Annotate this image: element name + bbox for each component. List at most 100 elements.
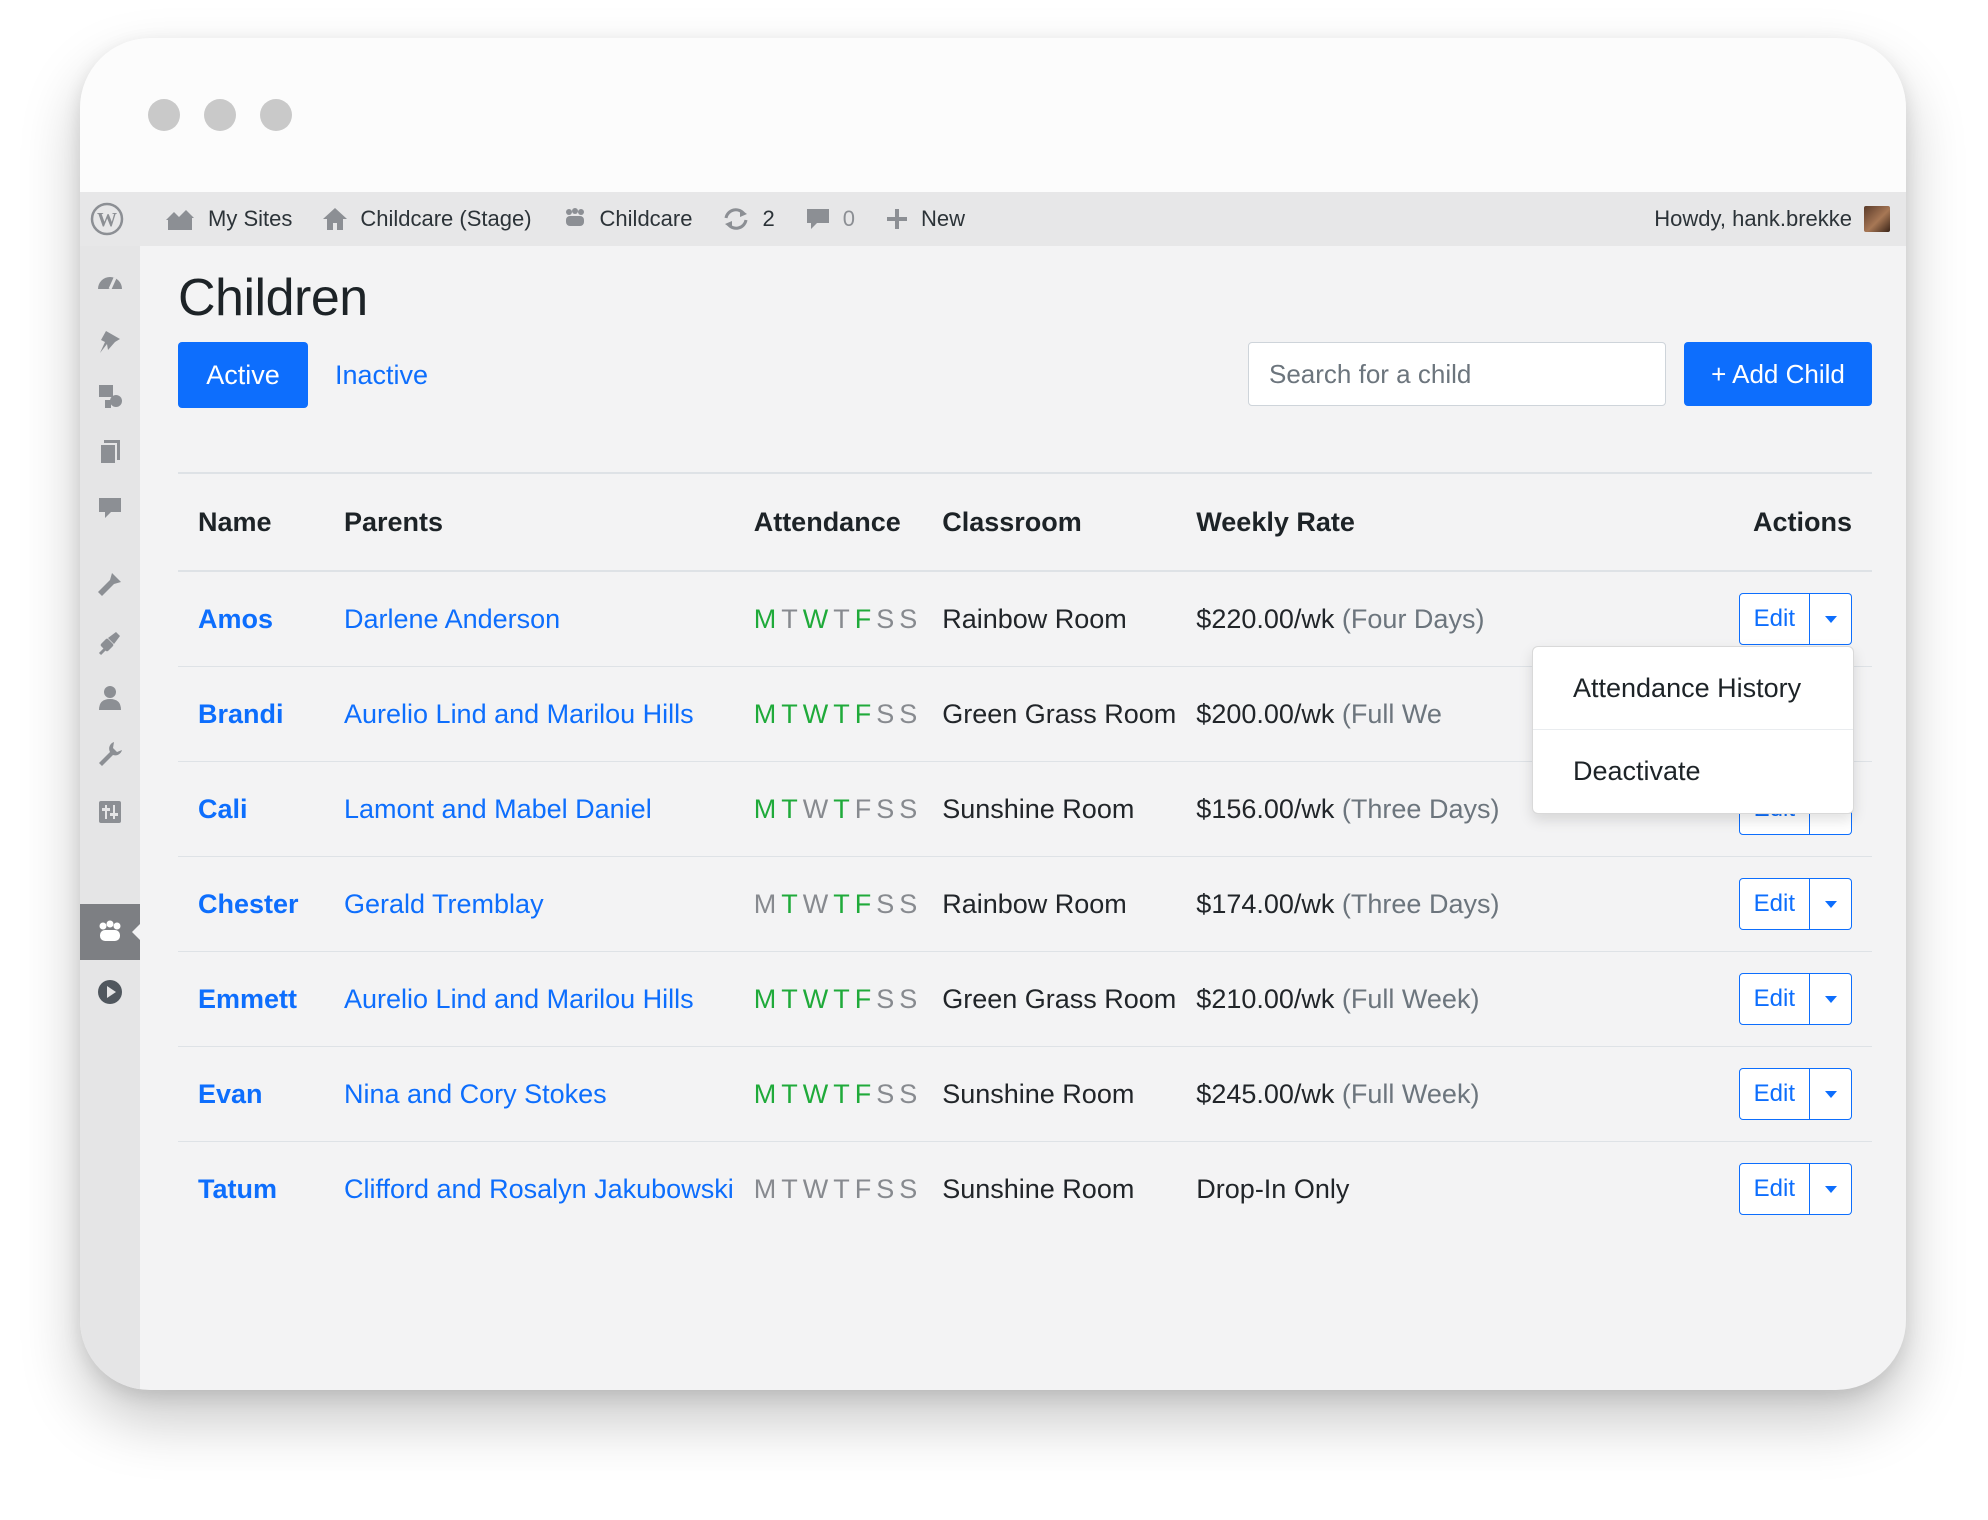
table-row: Chester Gerald Tremblay M T W T F S S Rainbow Roo…	[178, 856, 1872, 952]
wordpress-logo-icon[interactable]: W	[90, 202, 136, 236]
classroom-cell: Rainbow Room	[922, 571, 1177, 667]
column-header-actions: Actions	[1552, 473, 1872, 572]
new-content-menu[interactable]: New	[885, 206, 965, 232]
attendance-day: T	[833, 698, 850, 729]
edit-button-group: Edit	[1738, 1163, 1852, 1215]
actions-dropdown-toggle[interactable]	[1810, 1163, 1852, 1215]
tools-wrench-icon[interactable]	[94, 738, 126, 770]
parents-link[interactable]: Clifford and Rosalyn Jakubowski	[344, 1174, 734, 1204]
pages-icon[interactable]	[94, 436, 126, 468]
attendance-day: T	[781, 1173, 798, 1204]
attendance-days: MTWTFSS	[733, 666, 923, 762]
attendance-day: M	[753, 1078, 777, 1109]
edit-button[interactable]: Edit	[1738, 973, 1810, 1025]
actions-dropdown-toggle[interactable]	[1810, 593, 1852, 645]
column-header-classroom: Classroom	[922, 473, 1177, 572]
updates-menu[interactable]: 2	[722, 206, 775, 232]
actions-cell: Edit	[1552, 1046, 1872, 1142]
appearance-brush-icon[interactable]	[94, 568, 126, 600]
dashboard-icon[interactable]	[94, 266, 126, 298]
attendance-days: MTWTFSS	[733, 951, 923, 1047]
child-name-link[interactable]: Brandi	[198, 699, 284, 729]
attendance-day: M	[753, 888, 777, 919]
attendance-day: S	[876, 983, 895, 1014]
site-name-menu[interactable]: Childcare (Stage)	[322, 206, 532, 232]
users-icon[interactable]	[94, 682, 126, 714]
attendance-day: S	[876, 888, 895, 919]
search-input[interactable]	[1248, 342, 1666, 406]
rate-plan: (Three Days)	[1341, 793, 1500, 824]
window-minimize-dot[interactable]	[204, 99, 236, 131]
parents-link[interactable]: Aurelio Lind and Marilou Hills	[344, 984, 694, 1014]
attendance-day: T	[833, 793, 850, 824]
deactivate-menu-item[interactable]: Deactivate	[1533, 730, 1853, 812]
parents-link[interactable]: Lamont and Mabel Daniel	[344, 794, 652, 824]
column-header-name: Name	[178, 473, 324, 572]
edit-button-group: Edit	[1738, 593, 1852, 645]
my-sites-menu[interactable]: My Sites	[164, 206, 292, 232]
window-close-dot[interactable]	[148, 99, 180, 131]
posts-pin-icon[interactable]	[94, 326, 126, 358]
attendance-day: S	[876, 698, 895, 729]
account-menu[interactable]: Howdy, hank.brekke	[1654, 192, 1890, 246]
weekly-rate-cell: $200.00/wk (Full We	[1176, 666, 1553, 762]
edit-button[interactable]: Edit	[1738, 1163, 1810, 1215]
actions-dropdown-toggle[interactable]	[1810, 973, 1852, 1025]
child-name-link[interactable]: Chester	[198, 889, 299, 919]
rate-amount: $156.00/wk	[1196, 793, 1335, 824]
attendance-day: F	[854, 888, 872, 919]
plus-icon	[886, 209, 907, 229]
childcare-menu[interactable]: Childcare	[562, 206, 692, 232]
edit-button-group: Edit	[1738, 1068, 1852, 1120]
child-name-link[interactable]: Emmett	[198, 984, 297, 1014]
browser-window: W My Sites Childcare (Stage) Childcare 2…	[80, 38, 1906, 1390]
attendance-day: S	[899, 1173, 918, 1204]
edit-button[interactable]: Edit	[1738, 878, 1810, 930]
attendance-day: S	[899, 983, 918, 1014]
plugins-icon[interactable]	[94, 626, 126, 658]
child-name-link[interactable]: Tatum	[198, 1174, 277, 1204]
comments-count: 0	[842, 206, 855, 231]
attendance-day: M	[753, 1173, 777, 1204]
table-row: Emmett Aurelio Lind and Marilou Hills M T W T…	[178, 951, 1872, 1047]
classroom-cell: Green Grass Room	[922, 666, 1177, 762]
window-zoom-dot[interactable]	[260, 99, 292, 131]
settings-sliders-icon[interactable]	[94, 796, 126, 828]
media-icon[interactable]	[94, 380, 126, 412]
add-child-button[interactable]: + Add Child	[1684, 342, 1872, 406]
comments-menu[interactable]: 0	[805, 206, 855, 232]
groups-icon	[565, 208, 584, 226]
child-name-link[interactable]: Amos	[198, 604, 273, 634]
attendance-day: F	[854, 1078, 872, 1109]
window-titlebar	[80, 38, 1906, 192]
comments-icon[interactable]	[94, 492, 126, 524]
table-row: Evan Nina and Cory Stokes M T W T F S S Sunshine …	[178, 1046, 1872, 1142]
admin-sidebar	[80, 246, 141, 1390]
actions-dropdown-toggle[interactable]	[1810, 1068, 1852, 1120]
attendance-day: S	[899, 1078, 918, 1109]
attendance-day: T	[833, 603, 850, 634]
rate-amount: $245.00/wk	[1196, 1078, 1335, 1109]
attendance-days: MTWTFSS	[733, 761, 923, 857]
parents-link[interactable]: Darlene Anderson	[344, 604, 560, 634]
weekly-rate-cell: $156.00/wk (Three Days)	[1176, 761, 1553, 857]
childcare-groups-icon[interactable]	[94, 916, 126, 948]
attendance-history-menu-item[interactable]: Attendance History	[1533, 647, 1853, 729]
attendance-day: T	[833, 888, 850, 919]
parents-link[interactable]: Aurelio Lind and Marilou Hills	[344, 699, 694, 729]
edit-button[interactable]: Edit	[1738, 1068, 1810, 1120]
attendance-day: W	[802, 1078, 829, 1109]
child-name-link[interactable]: Evan	[198, 1079, 263, 1109]
edit-button[interactable]: Edit	[1738, 593, 1810, 645]
child-name-link[interactable]: Cali	[198, 794, 248, 824]
parents-link[interactable]: Nina and Cory Stokes	[344, 1079, 607, 1109]
actions-dropdown-toggle[interactable]	[1810, 878, 1852, 930]
tab-active[interactable]: Active	[178, 342, 308, 408]
tab-inactive[interactable]: Inactive	[335, 342, 428, 408]
attendance-day: F	[854, 698, 872, 729]
play-circle-icon[interactable]	[94, 976, 126, 1008]
parents-link[interactable]: Gerald Tremblay	[344, 889, 544, 919]
actions-cell: Edit	[1552, 1142, 1872, 1237]
rate-amount: $210.00/wk	[1196, 983, 1335, 1014]
attendance-day: F	[854, 1173, 872, 1204]
